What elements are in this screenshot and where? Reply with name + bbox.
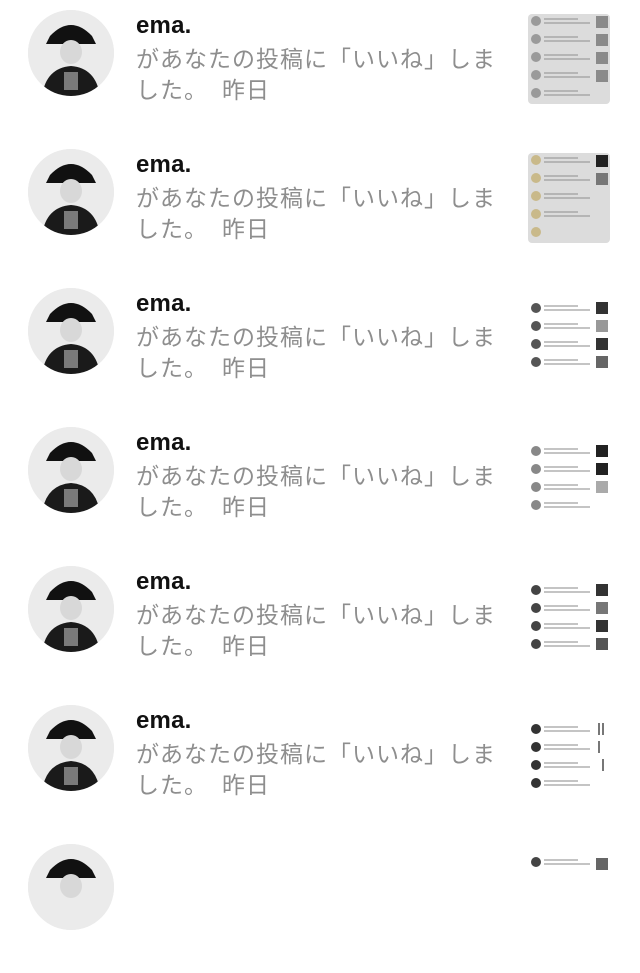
post-thumbnail[interactable] [528, 153, 610, 243]
avatar[interactable] [28, 844, 114, 930]
username[interactable]: ema. [136, 707, 514, 735]
notification-message: があなたの投稿に「いいね」しました。 昨日 [136, 45, 514, 107]
avatar[interactable] [28, 427, 114, 513]
timestamp: 昨日 [222, 356, 270, 382]
timestamp: 昨日 [222, 634, 270, 660]
message-text: があなたの投稿に「いいね」しました。 [136, 186, 496, 243]
notification-row[interactable]: ema. があなたの投稿に「いいね」しました。 昨日 [0, 0, 640, 139]
notification-text: ema. があなたの投稿に「いいね」しました。 昨日 [136, 568, 514, 663]
notification-text: ema. があなたの投稿に「いいね」しました。 昨日 [136, 151, 514, 246]
notification-message: があなたの投稿に「いいね」しました。 昨日 [136, 601, 514, 663]
notification-row[interactable]: ema. があなたの投稿に「いいね」しました。 昨日 [0, 278, 640, 417]
message-text: があなたの投稿に「いいね」しました。 [136, 464, 496, 521]
message-text: があなたの投稿に「いいね」しました。 [136, 47, 496, 104]
message-text: があなたの投稿に「いいね」しました。 [136, 603, 496, 660]
notification-message: があなたの投稿に「いいね」しました。 昨日 [136, 462, 514, 524]
notification-row[interactable]: ema. があなたの投稿に「いいね」しました。 昨日 [0, 556, 640, 695]
avatar[interactable] [28, 566, 114, 652]
username[interactable]: ema. [136, 568, 514, 596]
username[interactable]: ema. [136, 12, 514, 40]
post-thumbnail[interactable] [528, 14, 610, 104]
avatar[interactable] [28, 149, 114, 235]
username[interactable]: ema. [136, 151, 514, 179]
notification-message: があなたの投稿に「いいね」しました。 昨日 [136, 740, 514, 802]
timestamp: 昨日 [222, 78, 270, 104]
notification-message: があなたの投稿に「いいね」しました。 昨日 [136, 184, 514, 246]
avatar[interactable] [28, 288, 114, 374]
post-thumbnail[interactable] [528, 848, 610, 938]
username[interactable]: ema. [136, 290, 514, 318]
notification-text: ema. があなたの投稿に「いいね」しました。 昨日 [136, 12, 514, 107]
username[interactable]: ema. [136, 429, 514, 457]
notification-row[interactable]: ema. があなたの投稿に「いいね」しました。 昨日 [0, 417, 640, 556]
notification-text: ema. があなたの投稿に「いいね」しました。 昨日 [136, 290, 514, 385]
avatar[interactable] [28, 10, 114, 96]
avatar[interactable] [28, 705, 114, 791]
message-text: があなたの投稿に「いいね」しました。 [136, 742, 496, 799]
post-thumbnail[interactable] [528, 431, 610, 521]
notification-row[interactable]: ema. があなたの投稿に「いいね」しました。 昨日 [0, 139, 640, 278]
timestamp: 昨日 [222, 217, 270, 243]
post-thumbnail[interactable] [528, 570, 610, 660]
notification-text: ema. があなたの投稿に「いいね」しました。 昨日 [136, 429, 514, 524]
post-thumbnail[interactable] [528, 709, 610, 799]
timestamp: 昨日 [222, 773, 270, 799]
message-text: があなたの投稿に「いいね」しました。 [136, 325, 496, 382]
timestamp: 昨日 [222, 495, 270, 521]
notification-row[interactable] [0, 834, 640, 973]
notification-message: があなたの投稿に「いいね」しました。 昨日 [136, 323, 514, 385]
notification-row[interactable]: ema. があなたの投稿に「いいね」しました。 昨日 [0, 695, 640, 834]
post-thumbnail[interactable] [528, 292, 610, 382]
notification-text: ema. があなたの投稿に「いいね」しました。 昨日 [136, 707, 514, 802]
